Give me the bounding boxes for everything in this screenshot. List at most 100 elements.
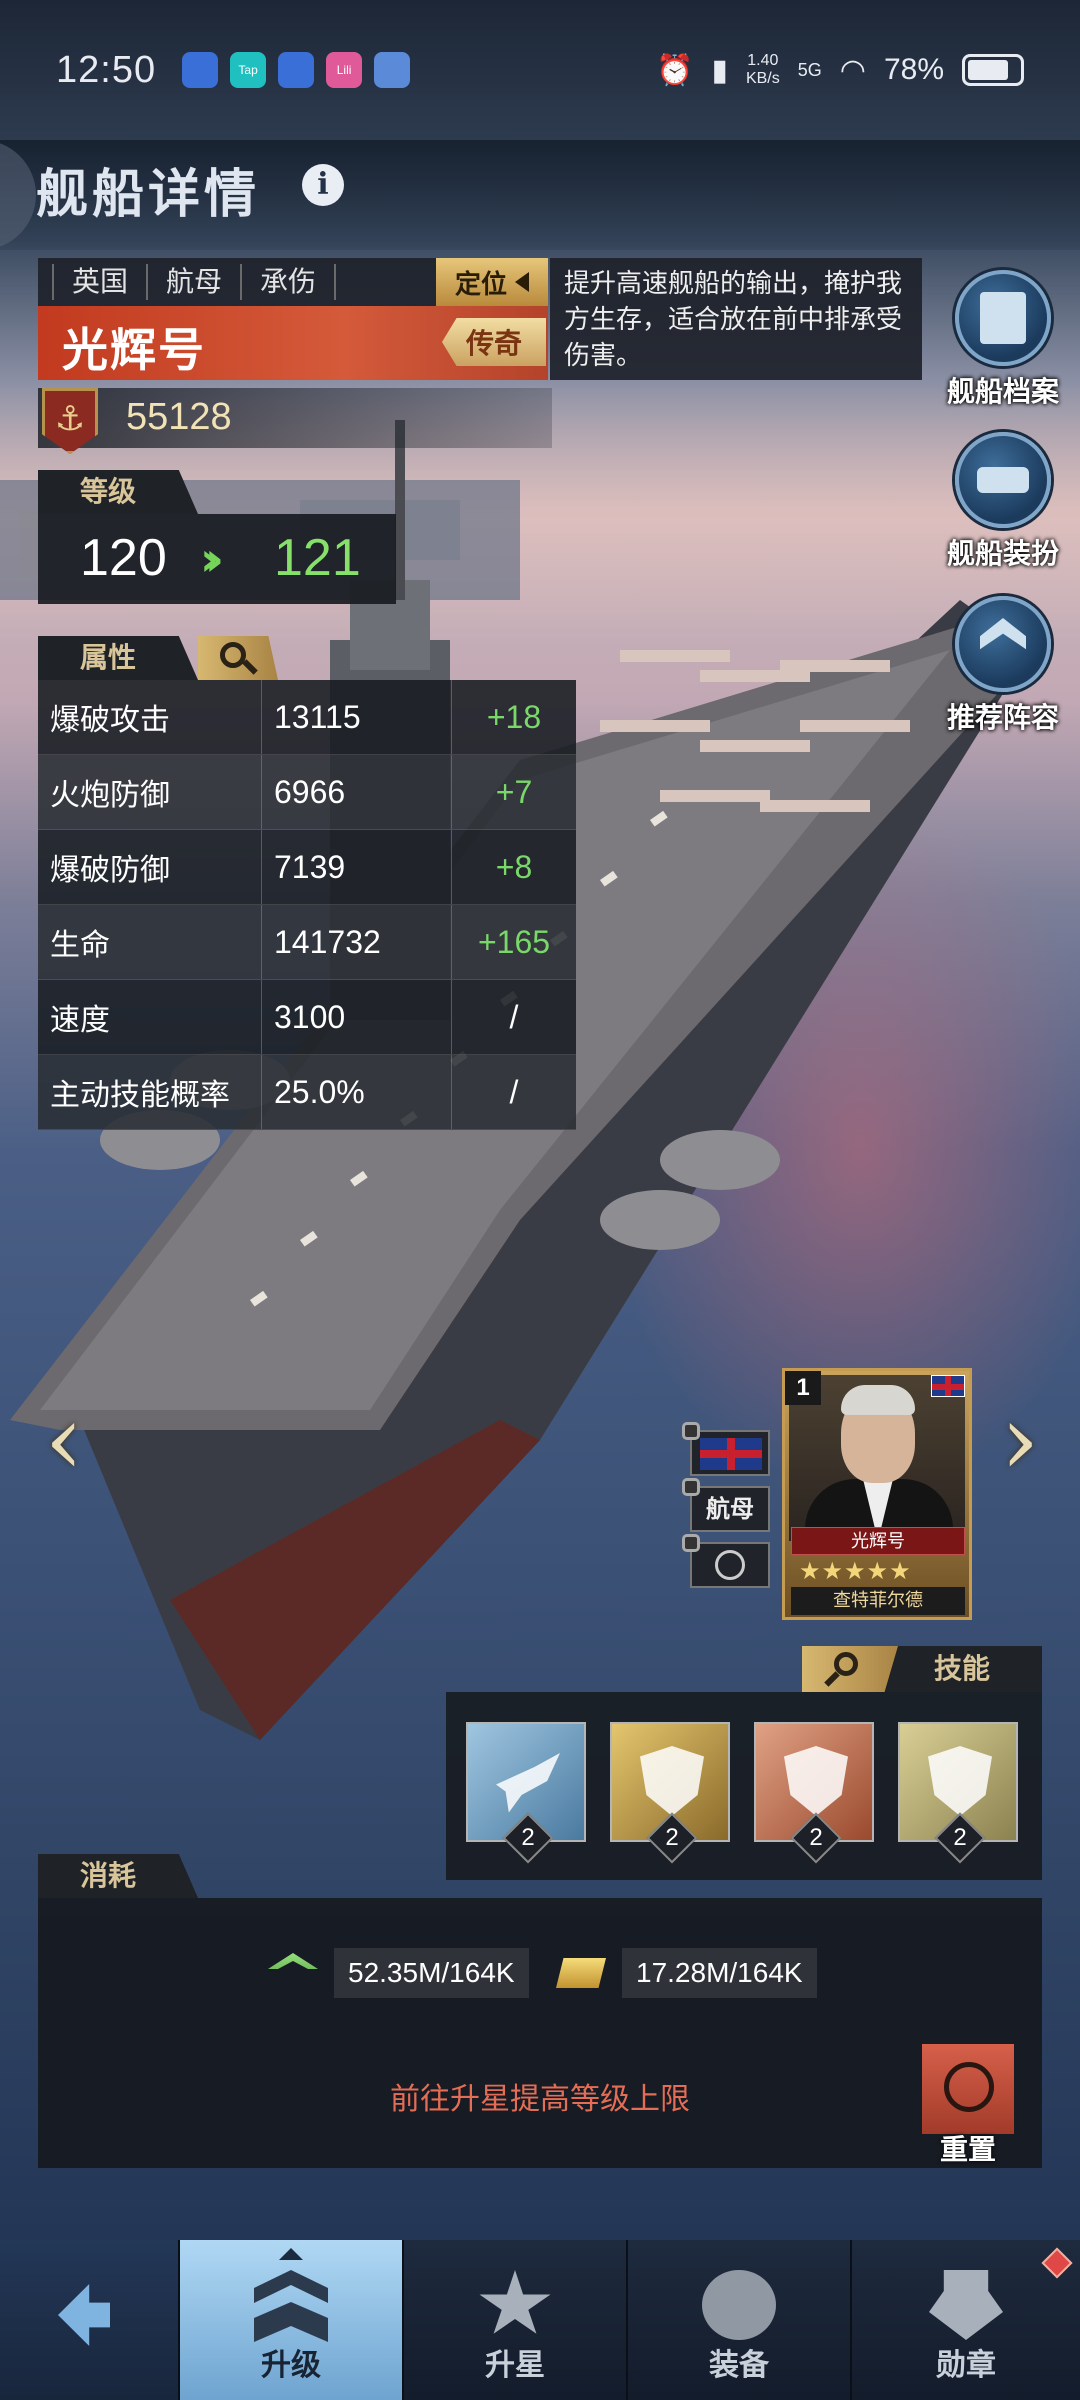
battery-icon	[962, 54, 1024, 86]
tab-levelup[interactable]: 升级	[180, 2240, 404, 2400]
attribute-increase: /	[509, 1073, 519, 1110]
attribute-name: 速度	[38, 980, 262, 1054]
ship-identity-card: 英国 航母 承伤 定位 光辉号 传奇	[38, 258, 548, 380]
captain-name: 查特菲尔德	[791, 1587, 965, 1615]
attribute-row: 爆破防御 7139 +8	[38, 830, 576, 905]
attribute-row: 爆破攻击 13115 +18	[38, 680, 576, 755]
uk-flag-icon	[700, 1438, 762, 1470]
skills-detail-button[interactable]	[802, 1646, 898, 1692]
collapse-arrow-icon	[515, 272, 529, 292]
signal-icon: 5G	[797, 59, 822, 80]
message-app-icon	[374, 52, 411, 88]
skill-slot-armor[interactable]: 2	[898, 1722, 1018, 1864]
ship-name: 光辉号	[62, 323, 206, 377]
info-icon[interactable]: i	[302, 164, 344, 206]
back-button[interactable]	[0, 140, 36, 250]
status-bar: 12:50 Tap Lili ⏰ ▮ 1.40 KB/s 5G ◠ 78%	[0, 0, 1080, 140]
previous-ship-arrow[interactable]: ‹	[34, 1390, 94, 1490]
paint-roller-icon	[955, 432, 1051, 528]
next-ship-arrow[interactable]: ›	[990, 1390, 1050, 1490]
ship-tag-class: 航母	[148, 264, 243, 300]
tab-star-up[interactable]: 升星	[404, 2240, 628, 2400]
attribute-name: 火炮防御	[38, 755, 262, 829]
attribute-name: 爆破防御	[38, 830, 262, 904]
skill-slot-squadron[interactable]: 2	[610, 1722, 730, 1864]
tab-star-up-label: 升星	[485, 2348, 545, 2383]
gold-bar-icon	[556, 1958, 606, 1988]
reset-wrench-icon	[944, 2062, 994, 2112]
recommended-lineup-label: 推荐阵容	[946, 701, 1059, 734]
attribute-row: 火炮防御 6966 +7	[38, 755, 576, 830]
app-notification-icon	[182, 52, 219, 88]
attributes-detail-button[interactable]	[198, 636, 278, 680]
skill-level: 2	[665, 1824, 679, 1851]
attribute-value: 25.0%	[262, 1055, 452, 1129]
fighter-jet-icon	[496, 1753, 560, 1813]
combat-power-value: 55128	[126, 396, 232, 438]
network-speed-value: 1.40	[747, 52, 779, 69]
skills-panel: 2 2 2 2	[446, 1692, 1042, 1880]
reset-button[interactable]	[922, 2044, 1014, 2134]
skill-level: 2	[953, 1824, 967, 1851]
skills-section-label: 技能	[934, 1652, 991, 1685]
page-title: 舰船详情	[36, 165, 261, 225]
attribute-increase: +8	[495, 848, 533, 885]
vibrate-icon: ▮	[711, 53, 728, 87]
battery-percent: 78%	[883, 53, 944, 86]
skill-level-badge: 2	[790, 1812, 842, 1864]
paw-app-icon	[278, 52, 315, 88]
recommended-lineup-button[interactable]: 推荐阵容	[928, 596, 1078, 736]
nav-back-button[interactable]	[0, 2240, 180, 2400]
attributes-section-label: 属性	[38, 636, 198, 680]
consumption-section-label: 消耗	[38, 1854, 198, 1898]
captain-ship-name: 光辉号	[791, 1527, 965, 1555]
skill-level-badge: 2	[502, 1812, 554, 1864]
notification-icons: Tap Lili	[182, 52, 411, 88]
squadron-shield-icon	[640, 1746, 704, 1816]
tab-equipment[interactable]: 装备	[628, 2240, 852, 2400]
skill-level-badge: 2	[646, 1812, 698, 1864]
uk-flag-icon	[931, 1375, 965, 1397]
tab-medal-label: 勋章	[936, 2348, 996, 2383]
attribute-increase: +7	[495, 773, 533, 810]
wifi-icon: ◠	[839, 53, 866, 87]
attribute-row: 生命 141732 +165	[38, 905, 576, 980]
attribute-name: 爆破攻击	[38, 680, 262, 754]
attribute-value: 3100	[262, 980, 452, 1054]
ship-tag-role: 承伤	[242, 264, 337, 300]
attribute-value: 7139	[262, 830, 452, 904]
star-icon	[479, 2270, 551, 2334]
skill-slot-fighter[interactable]: 2	[466, 1722, 586, 1864]
chevron-rank-icon	[955, 596, 1051, 692]
attribute-value: 141732	[262, 905, 452, 979]
medal-icon	[929, 2270, 1003, 2340]
level-section-label: 等级	[38, 470, 198, 514]
lock-icon	[682, 1422, 700, 1440]
level-current: 120	[80, 529, 167, 587]
ship-name-bar: 光辉号 传奇	[38, 306, 548, 380]
ship-archive-button[interactable]: 舰船档案	[928, 270, 1078, 410]
defense-shield-icon	[784, 1746, 848, 1816]
attribute-increase: +18	[486, 698, 542, 735]
gun-turret-icon	[702, 2270, 776, 2340]
ship-role-description: 提升高速舰船的输出，掩护我方生存，适合放在前中排承受伤害。	[550, 258, 922, 380]
alarm-icon: ⏰	[656, 53, 694, 87]
skill-level-badge: 2	[934, 1812, 986, 1864]
skill-slot-defense[interactable]: 2	[754, 1722, 874, 1864]
clipboard-icon	[955, 270, 1051, 366]
role-toggle-button[interactable]: 定位	[436, 258, 548, 306]
tab-medal[interactable]: 勋章	[852, 2240, 1080, 2400]
captain-stars: ★★★★★	[799, 1557, 912, 1585]
attributes-table: 爆破攻击 13115 +18 火炮防御 6966 +7 爆破防御 7139 +8…	[38, 680, 576, 1130]
exp-resource: 52.35M/164K	[268, 1948, 529, 1998]
notification-dot-icon	[1041, 2247, 1073, 2279]
medal-icon	[715, 1550, 745, 1580]
captain-card[interactable]: 1 光辉号 ★★★★★ 查特菲尔德	[782, 1368, 972, 1620]
ship-skin-label: 舰船装扮	[946, 537, 1059, 570]
attribute-name: 生命	[38, 905, 262, 979]
exp-chevron-icon	[268, 1953, 318, 1969]
rarity-badge: 传奇	[442, 318, 546, 366]
upgrade-limit-hint[interactable]: 前往升星提高等级上限	[38, 2074, 1042, 2118]
captain-type-label: 航母	[706, 1495, 754, 1523]
ship-skin-button[interactable]: 舰船装扮	[928, 432, 1078, 572]
